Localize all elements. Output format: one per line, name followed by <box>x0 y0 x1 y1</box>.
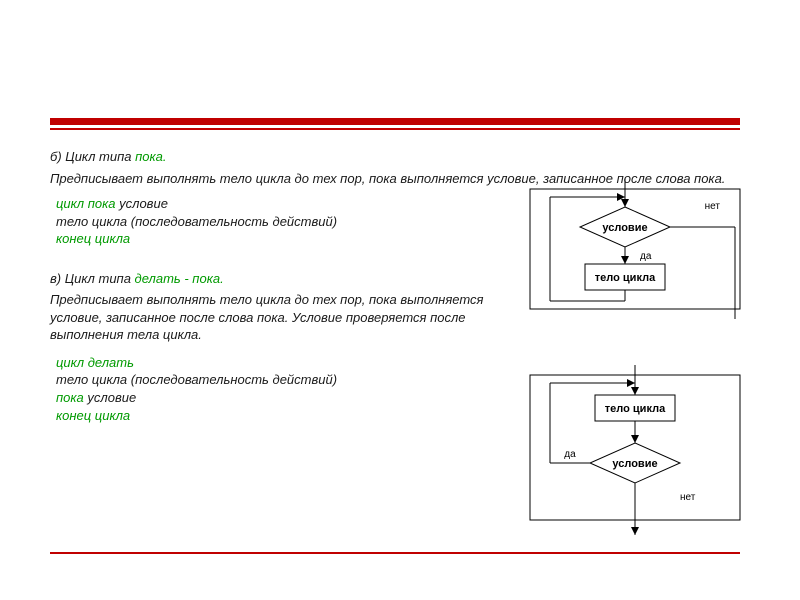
section-v-keyword: делать - пока. <box>135 271 224 286</box>
section-b-prefix: б) Цикл типа <box>50 149 135 164</box>
flow2-body-label: тело цикла <box>605 403 666 415</box>
section-v-description: Предписывает выполнять тело цикла до тех… <box>50 291 510 344</box>
flow2-no-label: нет <box>680 492 696 503</box>
pc-b-l1-kw: цикл пока <box>56 196 116 211</box>
flowchart-while: условие нет да тело цикла <box>530 179 755 322</box>
flow1-body-label: тело цикла <box>595 272 656 284</box>
rule-thin-top <box>50 128 740 130</box>
flow1-yes-label: да <box>640 251 652 262</box>
section-b-title: б) Цикл типа пока. <box>50 148 750 166</box>
slide-canvas: б) Цикл типа пока. Предписывает выполнят… <box>0 0 800 600</box>
flow2-yes-label: да <box>564 449 576 460</box>
pc-v-l3-kw: пока <box>56 390 84 405</box>
flow2-cond-label: условие <box>612 458 657 470</box>
flow1-cond-label: условие <box>602 222 647 234</box>
top-rule <box>50 118 740 130</box>
flow1-no-label: нет <box>705 201 721 212</box>
pc-b-l1-rest: условие <box>116 196 168 211</box>
flowchart-do-while: тело цикла условие да нет <box>530 365 755 543</box>
rule-thin-bottom <box>50 552 740 554</box>
pc-v-l3-rest: условие <box>84 390 136 405</box>
rule-thick <box>50 118 740 125</box>
section-b-keyword: пока. <box>135 149 166 164</box>
section-v-prefix: в) Цикл типа <box>50 271 135 286</box>
